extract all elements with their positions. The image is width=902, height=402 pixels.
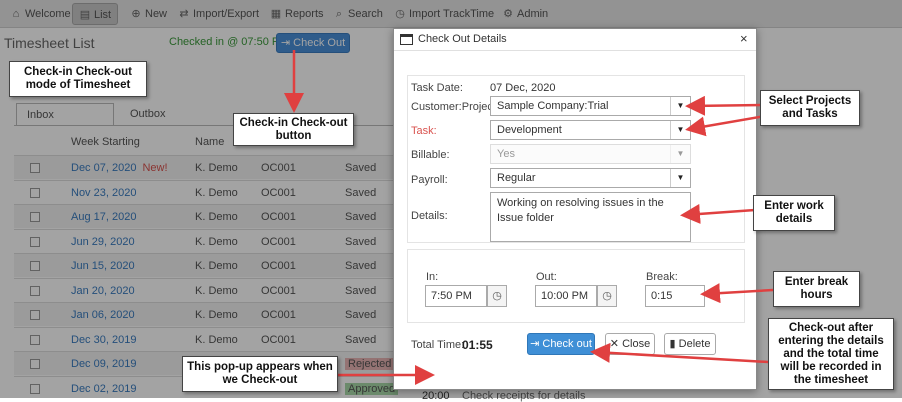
callout-checkout: Check-out after entering the details and…	[768, 318, 894, 390]
arrow-to-break	[700, 283, 774, 304]
arrow-to-task-select	[685, 114, 766, 137]
callout-break-hours: Enter break hours	[773, 271, 860, 307]
callout-popup: This pop-up appears when we Check-out	[182, 356, 338, 392]
arrow-to-customer-select	[685, 95, 766, 116]
arrow-to-details	[680, 203, 756, 224]
callout-checkin-button: Check-in Check-out button	[233, 113, 354, 146]
callout-work-details: Enter work details	[753, 195, 835, 231]
arrow-to-checkout-submit	[590, 342, 769, 364]
callout-checkin-mode: Check-in Check-out mode of Timesheet	[9, 61, 147, 97]
callout-projects-tasks: Select Projects and Tasks	[760, 90, 860, 126]
